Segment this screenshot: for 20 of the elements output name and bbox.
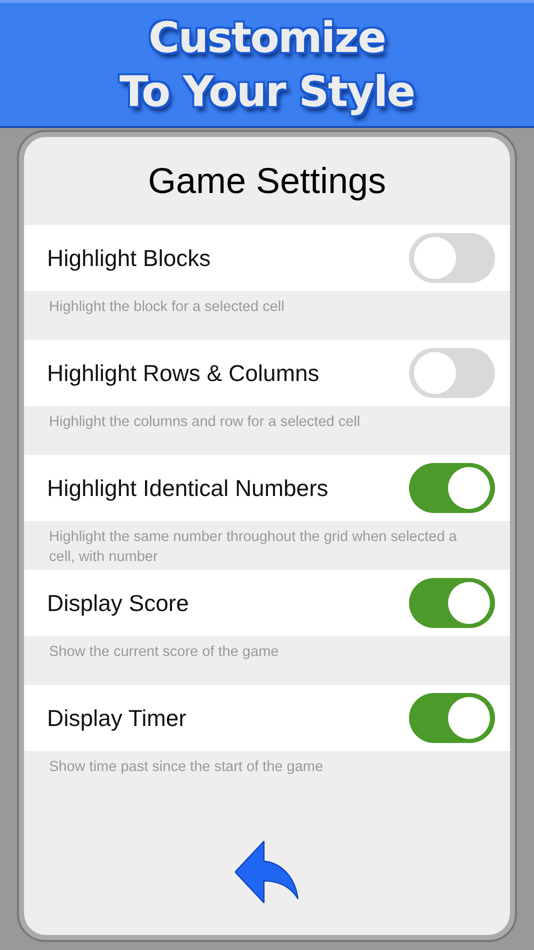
setting-label: Highlight Blocks — [47, 244, 211, 272]
toggle-switch[interactable] — [409, 693, 495, 743]
toggle-switch[interactable] — [409, 578, 495, 628]
setting-label: Highlight Rows & Columns — [47, 360, 320, 386]
setting-description: Highlight the columns and row for a selected cell — [49, 413, 362, 432]
dialog-title: Game Settings — [146, 159, 388, 203]
back-button[interactable] — [234, 840, 300, 904]
setting-description: Highlight the same number throughout the grid when selected a cell, with number — [49, 528, 458, 567]
setting-label: Display Score — [47, 590, 189, 616]
banner-title: Customize — [148, 12, 386, 64]
banner-title: To Your Style — [120, 66, 414, 118]
toggle-switch[interactable] — [409, 463, 495, 513]
setting-description: Show the current score of the game — [49, 643, 280, 662]
setting-description: Highlight the block for a selected cell — [49, 298, 286, 317]
setting-description: Show time past since the start of the game — [49, 758, 324, 777]
setting-label: Display Timer — [47, 704, 186, 732]
toggle-switch[interactable] — [409, 233, 495, 283]
back-arrow-icon — [235, 841, 299, 903]
setting-label: Highlight Identical Numbers — [47, 474, 328, 502]
toggle-switch[interactable] — [409, 348, 495, 398]
